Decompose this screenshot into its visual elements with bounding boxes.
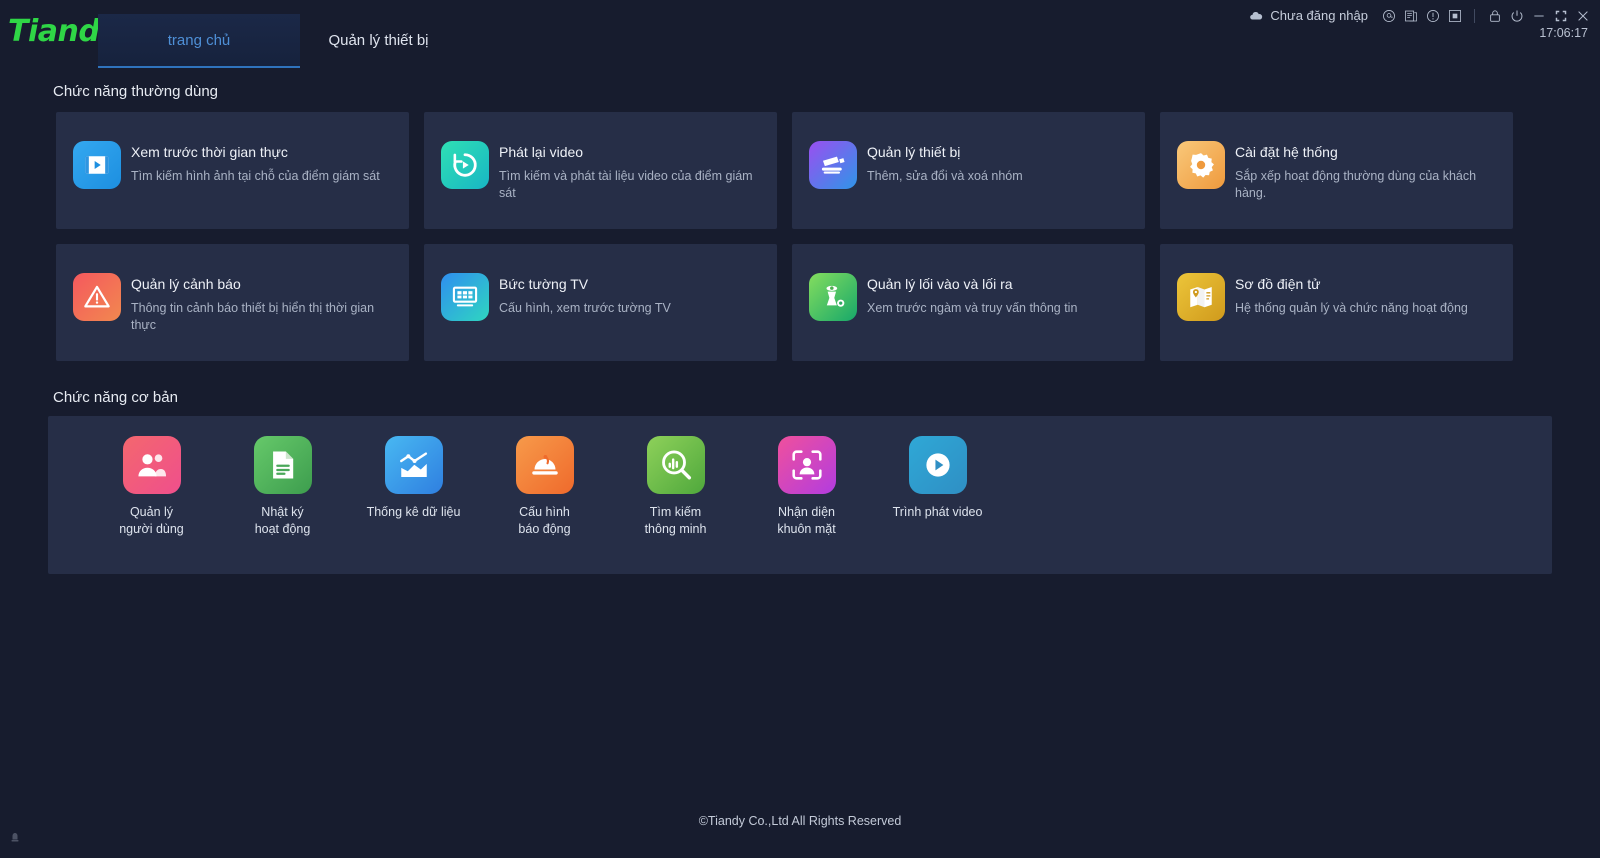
card-title: Quản lý lối vào và lối ra [867,276,1013,292]
status-corner-icon [9,831,21,843]
users-icon [123,436,181,494]
playback-icon [441,141,489,189]
alert-triangle-icon [73,273,121,321]
basic-functions-title: Chức năng cơ bản [53,389,178,406]
sysbar-divider [1474,9,1475,23]
e-map-icon [1177,273,1225,321]
smart-search-icon [647,436,705,494]
login-status: Chưa đăng nhập [1270,8,1368,23]
card-title: Phát lại video [499,144,583,160]
basic-item-data-statistics[interactable]: Thống kê dữ liệu [348,436,479,538]
face-recognition-icon [778,436,836,494]
tab-home[interactable]: trang chủ [98,14,300,68]
card-e-map[interactable]: Sơ đồ điện tử Hệ thống quản lý và chức n… [1160,244,1513,361]
clock: 17:06:17 [1539,26,1588,40]
basic-functions-list: Quản lýngười dùng Nhật kýhoạt động Thống… [86,436,1003,538]
cloud-icon [1248,8,1263,23]
card-title: Quản lý thiết bị [867,144,960,160]
basic-item-face-recognition[interactable]: Nhận diệnkhuôn mặt [741,436,872,538]
card-description: Thông tin cảnh báo thiết bị hiển thị thờ… [131,300,389,334]
card-description: Tìm kiếm hình ảnh tại chỗ của điểm giám … [131,168,389,185]
camera-device-icon [809,141,857,189]
common-functions-title: Chức năng thường dùng [53,83,218,100]
basic-item-operation-log[interactable]: Nhật kýhoạt động [217,436,348,538]
card-description: Thêm, sửa đổi và xoá nhóm [867,168,1125,185]
basic-item-smart-search[interactable]: Tìm kiếmthông minh [610,436,741,538]
card-device-management[interactable]: Quản lý thiết bị Thêm, sửa đổi và xoá nh… [792,112,1145,229]
system-bar: Chưa đăng nhập [1248,8,1590,23]
basic-item-label: Nhận diệnkhuôn mặt [741,504,872,538]
tab-strip: trang chủ Quản lý thiết bị [98,14,453,68]
card-title: Cài đặt hệ thống [1235,144,1338,160]
card-description: Xem trước ngàm và truy vấn thông tin [867,300,1125,317]
basic-item-video-player[interactable]: Trình phát video [872,436,1003,538]
gear-icon [1177,141,1225,189]
common-functions-grid: Xem trước thời gian thực Tìm kiếm hình ả… [56,112,1544,361]
basic-item-user-management[interactable]: Quản lýngười dùng [86,436,217,538]
card-title: Sơ đồ điện tử [1235,276,1321,292]
lock-icon[interactable] [1487,8,1502,23]
title-bar: Tiandy trang chủ Quản lý thiết bị Chưa đ… [0,0,1600,68]
minimize-icon[interactable] [1531,8,1546,23]
footer-copyright: ©Tiandy Co.,Ltd All Rights Reserved [0,814,1600,828]
close-icon[interactable] [1575,8,1590,23]
card-description: Sắp xếp hoạt động thường dùng của khách … [1235,168,1493,202]
card-alarm-management[interactable]: Quản lý cảnh báo Thông tin cảnh báo thiế… [56,244,409,361]
basic-item-label: Cấu hìnhbáo động [479,504,610,538]
document-icon [254,436,312,494]
video-player-icon [909,436,967,494]
screen-icon[interactable] [1447,8,1462,23]
power-icon[interactable] [1509,8,1524,23]
basic-item-label: Quản lýngười dùng [86,504,217,538]
maximize-icon[interactable] [1553,8,1568,23]
alarm-config-icon [516,436,574,494]
basic-item-label: Tìm kiếmthông minh [610,504,741,538]
basic-item-label: Trình phát video [872,504,1003,521]
card-title: Xem trước thời gian thực [131,144,288,160]
tv-wall-icon [441,273,489,321]
window-switch-icon[interactable] [1403,8,1418,23]
live-preview-icon [73,141,121,189]
basic-item-label: Nhật kýhoạt động [217,504,348,538]
chart-icon [385,436,443,494]
account-icon[interactable] [1381,8,1396,23]
card-access-control[interactable]: Quản lý lối vào và lối ra Xem trước ngàm… [792,244,1145,361]
card-description: Cấu hình, xem trước tường TV [499,300,757,317]
card-title: Quản lý cảnh báo [131,276,241,292]
card-system-settings[interactable]: Cài đặt hệ thống Sắp xếp hoạt động thườn… [1160,112,1513,229]
card-live-preview[interactable]: Xem trước thời gian thực Tìm kiếm hình ả… [56,112,409,229]
basic-item-alarm-config[interactable]: Cấu hìnhbáo động [479,436,610,538]
card-playback[interactable]: Phát lại video Tìm kiếm và phát tài liệu… [424,112,777,229]
card-description: Tìm kiếm và phát tài liệu video của điểm… [499,168,757,202]
card-tv-wall[interactable]: Bức tường TV Cấu hình, xem trước tường T… [424,244,777,361]
card-description: Hệ thống quản lý và chức năng hoạt động [1235,300,1493,317]
info-icon[interactable] [1425,8,1440,23]
card-title: Bức tường TV [499,276,588,292]
access-control-icon [809,273,857,321]
basic-item-label: Thống kê dữ liệu [348,504,479,521]
basic-functions-panel: Quản lýngười dùng Nhật kýhoạt động Thống… [48,416,1552,574]
tab-device-management[interactable]: Quản lý thiết bị [304,14,452,68]
